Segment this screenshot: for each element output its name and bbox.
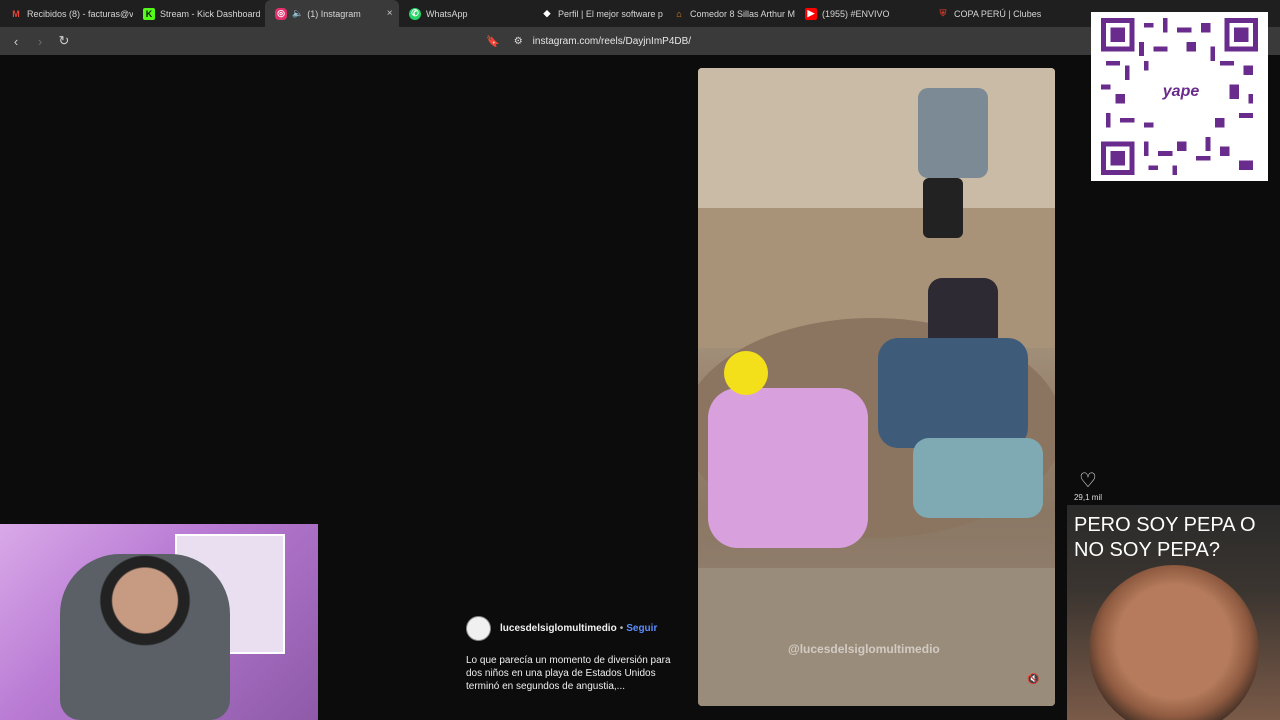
tab-kick[interactable]: K Stream - Kick Dashboard <box>133 0 265 27</box>
close-tab-icon[interactable]: × <box>387 8 393 19</box>
avatar[interactable] <box>466 616 491 641</box>
tab-label: (1955) #ENVIVO <box>822 8 890 19</box>
qr-code: yape <box>1091 12 1268 181</box>
tab-bar: M Recibidos (8) - facturas@v K Stream - … <box>0 0 1280 27</box>
meme-overlay: PERO SOY PEPA O NO SOY PEPA? <box>1067 505 1280 720</box>
streamer-figure <box>60 554 230 720</box>
whatsapp-icon: ✆ <box>409 7 421 20</box>
tab-perfil[interactable]: ◆ Perfil | El mejor software p <box>531 0 663 27</box>
yape-logo: yape <box>1153 67 1209 117</box>
reel-author: lucesdelsiglomultimedio • Seguir <box>466 616 657 641</box>
separator: • <box>619 623 624 634</box>
volume-icon[interactable]: 🔇 <box>1027 674 1039 685</box>
reel-video[interactable]: @lucesdelsiglomultimedio 🔇 <box>698 68 1055 706</box>
youtube-icon: ▶ <box>805 7 817 20</box>
forward-icon[interactable]: › <box>30 31 50 51</box>
tab-label: COPA PERÚ | Clubes <box>954 8 1042 19</box>
author-name[interactable]: lucesdelsiglomultimedio <box>500 623 617 634</box>
tab-copa-peru[interactable]: ⛨ COPA PERÚ | Clubes <box>927 0 1067 27</box>
tab-label: WhatsApp <box>426 8 468 19</box>
browser-toolbar: ‹ › ↻ 🔖 ⚙ instagram.com/reels/DayjnImP4D… <box>0 27 1280 55</box>
instagram-icon: ◎ <box>275 7 287 20</box>
diamond-icon: ◆ <box>543 8 551 18</box>
like-count: 29,1 mil <box>1073 493 1102 502</box>
meme-face <box>1089 565 1259 720</box>
gmail-icon: M <box>12 8 20 19</box>
back-icon[interactable]: ‹ <box>6 31 26 51</box>
meme-text: PERO SOY PEPA O NO SOY PEPA? <box>1074 514 1256 561</box>
kick-icon: K <box>143 7 155 20</box>
tab-label: Recibidos (8) - facturas@v <box>27 8 133 19</box>
url-text[interactable]: instagram.com/reels/DayjnImP4DB/ <box>533 36 691 47</box>
reload-icon[interactable]: ↻ <box>54 31 74 51</box>
tab-label: Stream - Kick Dashboard <box>160 8 261 19</box>
bookmark-icon[interactable]: 🔖 <box>486 35 500 48</box>
tab-label: Comedor 8 Sillas Arthur M <box>690 8 795 19</box>
tab-gmail[interactable]: M Recibidos (8) - facturas@v <box>0 0 133 27</box>
video-frame <box>698 68 1055 706</box>
site-info-icon[interactable]: ⚙ <box>514 36 523 47</box>
tab-whatsapp[interactable]: ✆ WhatsApp <box>399 0 531 27</box>
webcam-overlay <box>0 524 318 720</box>
reel-caption[interactable]: Lo que parecía un momento de diversión p… <box>466 654 676 693</box>
heart-icon[interactable]: ♡ <box>1072 468 1104 493</box>
video-watermark: @lucesdelsiglomultimedio <box>788 642 940 656</box>
tab-comedor[interactable]: ⌂ Comedor 8 Sillas Arthur M <box>663 0 795 27</box>
tab-youtube[interactable]: ▶ (1955) #ENVIVO <box>795 0 927 27</box>
tab-instagram[interactable]: ◎ 🔈 (1) Instagram × <box>265 0 399 27</box>
home-icon: ⌂ <box>676 8 682 19</box>
speaker-icon: 🔈 <box>292 8 304 18</box>
tab-label: Perfil | El mejor software p <box>558 8 663 19</box>
shield-icon: ⛨ <box>939 8 947 18</box>
address-bar[interactable]: 🔖 ⚙ instagram.com/reels/DayjnImP4DB/ <box>486 31 691 51</box>
like-control[interactable]: ♡ 29,1 mil <box>1072 468 1104 502</box>
follow-button[interactable]: Seguir <box>626 623 657 634</box>
tab-label: (1) Instagram <box>307 8 361 19</box>
